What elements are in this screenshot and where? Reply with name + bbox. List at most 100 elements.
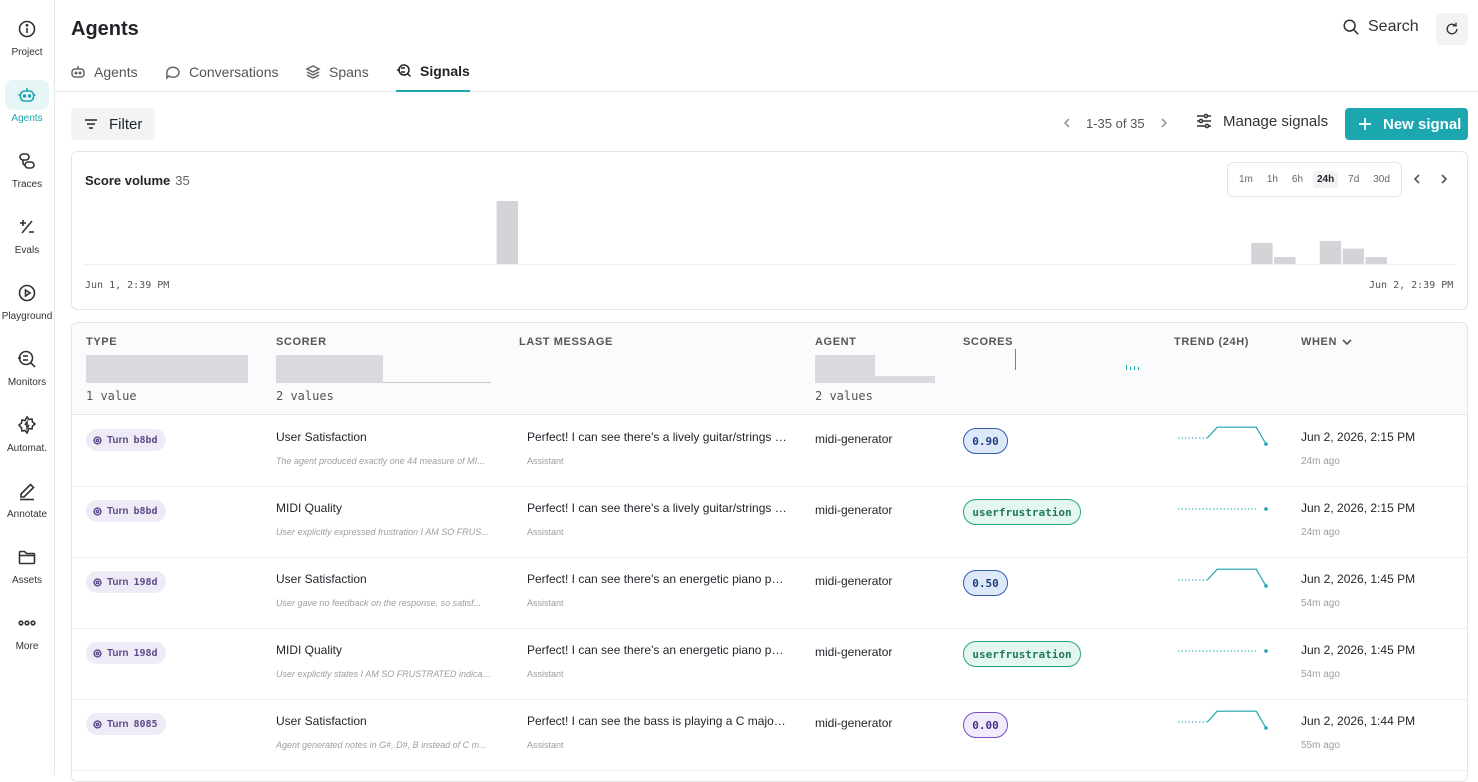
- rail-item-traces[interactable]: Traces: [0, 142, 54, 200]
- next-page-button[interactable]: [1155, 114, 1173, 132]
- last-message[interactable]: Perfect! I can see there's a lively guit…: [527, 430, 789, 444]
- table-row[interactable]: Turn b8bd User Satisfaction The agent produ…: [72, 416, 1467, 487]
- histogram-bar[interactable]: [496, 201, 518, 264]
- rail-item-agents[interactable]: Agents: [0, 76, 54, 134]
- rail-item-monitors[interactable]: Monitors: [0, 340, 54, 398]
- range-30d[interactable]: 30d: [1369, 171, 1394, 188]
- trend-line: [1206, 426, 1267, 445]
- rail-item-assets[interactable]: Assets: [0, 538, 54, 596]
- play-icon: [5, 278, 49, 308]
- col-scorer[interactable]: SCORER: [276, 336, 327, 348]
- traces-icon: [5, 146, 49, 176]
- scores-distribution-mark: [1015, 349, 1016, 370]
- rail-item-automat[interactable]: Automat.: [0, 406, 54, 464]
- sliders-icon: [1197, 113, 1211, 129]
- tab-label: Agents: [94, 64, 138, 80]
- agent-facet-bar-1[interactable]: [815, 355, 875, 383]
- refresh-button[interactable]: [1436, 13, 1468, 45]
- histogram-bar[interactable]: [1319, 240, 1342, 264]
- rail-label: Playground: [1, 311, 53, 322]
- histogram-bar[interactable]: [1365, 257, 1387, 264]
- tab-spans[interactable]: Spans: [305, 52, 369, 92]
- prev-page-button[interactable]: [1058, 114, 1076, 132]
- filter-button[interactable]: Filter: [71, 108, 155, 140]
- rail-item-evals[interactable]: Evals: [0, 208, 54, 266]
- table-row[interactable]: Turn 8085 User Satisfaction Agent generated…: [72, 700, 1467, 771]
- pager-text: 1-35 of 35: [1086, 115, 1145, 131]
- col-scores[interactable]: SCORES: [963, 336, 1013, 348]
- turn-icon: [93, 435, 102, 445]
- manage-signals-button[interactable]: Manage signals: [1195, 112, 1328, 130]
- range-7d[interactable]: 7d: [1344, 171, 1363, 188]
- turn-badge[interactable]: Turn 198d: [86, 571, 166, 593]
- range-1m[interactable]: 1m: [1235, 171, 1257, 188]
- range-6h[interactable]: 6h: [1288, 171, 1307, 188]
- type-facet-bar[interactable]: [86, 355, 248, 383]
- tab-agents[interactable]: Agents: [70, 52, 138, 92]
- trend-endpoint: [1264, 507, 1268, 511]
- message-role: Assistant: [527, 740, 564, 750]
- volume-next-button[interactable]: [1436, 171, 1452, 187]
- turn-badge[interactable]: Turn b8bd: [86, 500, 166, 522]
- new-signal-button[interactable]: New signal: [1345, 108, 1468, 140]
- signals-icon: [397, 64, 412, 78]
- col-when[interactable]: WHEN: [1301, 336, 1352, 348]
- rail-label: More: [15, 641, 39, 652]
- histogram-bar[interactable]: [1274, 257, 1296, 264]
- tab-conversations[interactable]: Conversations: [165, 52, 279, 92]
- score-badge[interactable]: 0.00: [963, 712, 1008, 738]
- agent-name[interactable]: midi-generator: [815, 716, 892, 730]
- table-row[interactable]: Turn 198d User Satisfaction User gave no fe…: [72, 558, 1467, 629]
- col-agent[interactable]: AGENT: [815, 336, 857, 348]
- search-label: Search: [1368, 18, 1419, 35]
- score-badge[interactable]: 0.50: [963, 570, 1008, 596]
- turn-label: Turn: [107, 434, 129, 446]
- filter-label: Filter: [109, 115, 143, 133]
- rail-label: Automat.: [6, 443, 48, 454]
- agent-name[interactable]: midi-generator: [815, 503, 892, 517]
- rail-item-annotate[interactable]: Annotate: [0, 472, 54, 530]
- col-trend[interactable]: TREND (24H): [1174, 336, 1249, 348]
- last-message[interactable]: Perfect! I can see the bass is playing a…: [527, 714, 789, 728]
- trend-sparkline: [1178, 710, 1268, 730]
- scores-distribution-mark: [1138, 367, 1139, 370]
- left-rail: Project Agents Traces Evals Playground Monito…: [0, 0, 55, 775]
- histogram-bar[interactable]: [1251, 243, 1273, 264]
- rail-label: Annotate: [6, 509, 48, 520]
- turn-badge[interactable]: Turn b8bd: [86, 429, 166, 451]
- rail-item-playground[interactable]: Playground: [0, 274, 54, 332]
- score-badge[interactable]: userfrustration: [963, 499, 1081, 525]
- last-message[interactable]: Perfect! I can see there's a lively guit…: [527, 501, 789, 515]
- volume-prev-button[interactable]: [1409, 171, 1425, 187]
- table-row[interactable]: Turn b8bd MIDI Quality User explicitly expr…: [72, 487, 1467, 558]
- turn-icon: [93, 648, 102, 658]
- scorer-facet-bar-1[interactable]: [276, 355, 383, 383]
- trend-sparkline: [1178, 568, 1268, 588]
- agent-name[interactable]: midi-generator: [815, 645, 892, 659]
- turn-badge[interactable]: Turn 198d: [86, 642, 166, 664]
- tab-signals[interactable]: Signals: [396, 52, 470, 92]
- agent-facet-bar-2[interactable]: [875, 376, 935, 383]
- when-date: Jun 2, 2026, 2:15 PM: [1301, 430, 1416, 444]
- turn-id: 198d: [133, 576, 158, 588]
- score-badge[interactable]: 0.90: [963, 428, 1008, 454]
- scorer-facet-bar-2[interactable]: [383, 382, 491, 383]
- search-button[interactable]: Search: [1342, 18, 1419, 36]
- histogram-bar[interactable]: [1342, 248, 1365, 264]
- agent-name[interactable]: midi-generator: [815, 574, 892, 588]
- col-last-message[interactable]: LAST MESSAGE: [519, 336, 613, 348]
- last-message[interactable]: Perfect! I can see there's an energetic …: [527, 572, 789, 586]
- range-1h[interactable]: 1h: [1263, 171, 1282, 188]
- rail-item-more[interactable]: More: [0, 604, 54, 662]
- col-type[interactable]: TYPE: [86, 336, 117, 348]
- rail-item-project[interactable]: Project: [0, 10, 54, 68]
- last-message[interactable]: Perfect! I can see there's an energetic …: [527, 643, 789, 657]
- robot-icon: [5, 80, 49, 110]
- turn-badge[interactable]: Turn 8085: [86, 713, 166, 735]
- table-row[interactable]: Turn 198d MIDI Quality User explicitly stat…: [72, 629, 1467, 700]
- agent-name[interactable]: midi-generator: [815, 432, 892, 446]
- turn-id: b8bd: [133, 434, 158, 446]
- scorer-count: 2 values: [276, 389, 334, 403]
- range-24h[interactable]: 24h: [1312, 171, 1339, 188]
- score-badge[interactable]: userfrustration: [963, 641, 1081, 667]
